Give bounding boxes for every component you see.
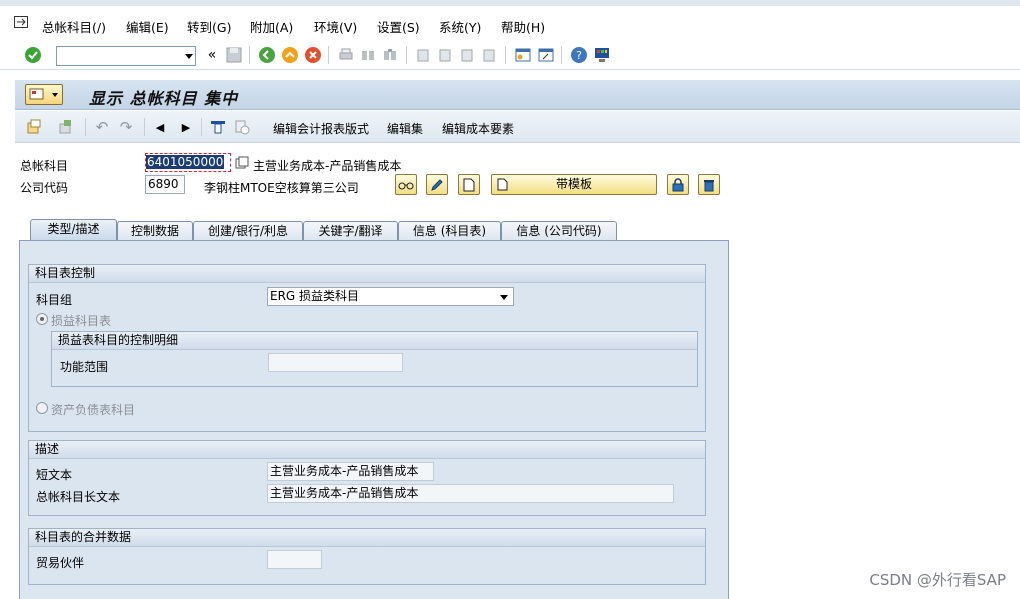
with-template-button[interactable]: 带模板 xyxy=(491,174,657,195)
menu-environment[interactable]: 环境(V) xyxy=(314,17,357,36)
previous-page-icon[interactable] xyxy=(436,46,454,64)
gl-account-value: 6401050000 xyxy=(146,155,225,169)
undo-icon[interactable]: ↶ xyxy=(93,118,111,136)
shortcut-icon[interactable] xyxy=(537,46,555,64)
menu-settings[interactable]: 设置(S) xyxy=(377,17,420,36)
short-text-input[interactable]: 主营业务成本-产品销售成本 xyxy=(267,462,434,481)
save-icon[interactable] xyxy=(225,46,243,64)
pl-account-label: 损益科目表 xyxy=(51,314,112,328)
menu-gl-account[interactable]: 总帐科目(/) xyxy=(42,17,106,36)
find-icon[interactable] xyxy=(359,46,377,64)
tab-info-company-code[interactable]: 信息 (公司代码) xyxy=(501,221,617,240)
gl-account-input[interactable]: 6401050000 xyxy=(145,153,231,172)
chevron-down-icon[interactable] xyxy=(185,54,193,59)
company-code-description: 李钢柱MTOE空核算第三公司 xyxy=(204,181,359,195)
change-documents-icon[interactable] xyxy=(233,118,251,136)
company-code-input[interactable]: 6890 xyxy=(145,175,185,194)
watermark: CSDN @外行看SAP xyxy=(869,571,1006,589)
tab-panel: 科目表控制 科目组 ERG 损益类科目 损益科目表 损益表科目的控制明细 功能范… xyxy=(19,240,729,599)
system-toolbar: « ? xyxy=(0,40,1020,70)
enter-icon[interactable] xyxy=(24,46,42,64)
next-page-icon[interactable] xyxy=(458,46,476,64)
functional-area-input[interactable] xyxy=(268,353,403,372)
pl-account-radio[interactable] xyxy=(36,313,48,325)
tab-keyword-translation[interactable]: 关键字/翻译 xyxy=(303,221,398,240)
account-group-select[interactable]: ERG 损益类科目 xyxy=(267,287,514,306)
menu-system[interactable]: 系统(Y) xyxy=(439,17,481,36)
trash-icon[interactable] xyxy=(698,174,720,195)
help-icon[interactable]: ? xyxy=(570,46,588,64)
account-group-label: 科目组 xyxy=(36,293,73,307)
last-page-icon[interactable] xyxy=(480,46,498,64)
command-field[interactable] xyxy=(56,46,196,66)
bs-account-label: 资产负债表科目 xyxy=(51,403,136,417)
chevron-down-icon[interactable] xyxy=(500,295,508,300)
title-bar: 显示 总帐科目 集中 xyxy=(15,80,1020,110)
find-next-icon[interactable] xyxy=(381,46,399,64)
glasses-icon[interactable] xyxy=(395,174,417,195)
tab-control-data[interactable]: 控制数据 xyxy=(117,221,193,240)
pencil-icon[interactable] xyxy=(426,174,448,195)
previous-item-icon[interactable]: ◀ xyxy=(151,118,169,136)
application-toolbar: ↶ ↷ ◀ ▶ 编辑会计报表版式 编辑集 编辑成本要素 xyxy=(15,111,1020,143)
coa-control-heading: 科目表控制 xyxy=(29,265,705,283)
redo-icon[interactable]: ↷ xyxy=(117,118,135,136)
long-text-input[interactable]: 主营业务成本-产品销售成本 xyxy=(267,484,674,503)
menu-goto[interactable]: 转到(G) xyxy=(187,17,231,36)
exit-icon[interactable] xyxy=(281,46,299,64)
tab-create-bank-interest[interactable]: 创建/银行/利息 xyxy=(193,221,303,240)
gl-account-label: 总帐科目 xyxy=(20,159,69,173)
consolidation-group: 科目表的合并数据 贸易伙伴 xyxy=(28,528,706,585)
edit-set-button[interactable]: 编辑集 xyxy=(387,120,423,137)
back-icon[interactable] xyxy=(258,46,276,64)
menu-icon[interactable] xyxy=(14,16,28,28)
display-change-icon[interactable] xyxy=(25,118,43,136)
screen-menu-icon[interactable] xyxy=(25,84,63,105)
description-heading: 描述 xyxy=(29,441,705,459)
bs-account-radio[interactable] xyxy=(36,402,48,414)
with-template-label: 带模板 xyxy=(555,177,592,191)
cancel-icon[interactable] xyxy=(304,46,322,64)
coa-control-group: 科目表控制 科目组 ERG 损益类科目 损益科目表 损益表科目的控制明细 功能范… xyxy=(28,264,706,432)
double-chevron-left-icon[interactable]: « xyxy=(203,46,221,64)
print-icon[interactable] xyxy=(337,46,355,64)
new-document-icon[interactable] xyxy=(458,174,480,195)
consolidation-heading: 科目表的合并数据 xyxy=(29,529,705,547)
description-group: 描述 短文本 主营业务成本-产品销售成本 总帐科目长文本 主营业务成本-产品销售… xyxy=(28,440,706,516)
tab-info-coa[interactable]: 信息 (科目表) xyxy=(398,221,501,240)
menu-extras[interactable]: 附加(A) xyxy=(250,17,293,36)
other-object-icon[interactable] xyxy=(57,118,75,136)
long-text-label: 总帐科目长文本 xyxy=(36,490,121,504)
trading-partner-label: 贸易伙伴 xyxy=(36,556,85,570)
create-session-icon[interactable] xyxy=(514,46,532,64)
first-page-icon[interactable] xyxy=(414,46,432,64)
menu-help[interactable]: 帮助(H) xyxy=(501,17,545,36)
customize-layout-icon[interactable] xyxy=(593,46,611,64)
pl-control-detail-group: 损益表科目的控制明细 功能范围 xyxy=(51,331,698,387)
edit-report-layout-button[interactable]: 编辑会计报表版式 xyxy=(273,120,369,137)
menu-bar: 总帐科目(/) 编辑(E) 转到(G) 附加(A) 环境(V) 设置(S) 系统… xyxy=(0,0,1020,40)
copy-icon[interactable] xyxy=(233,154,251,172)
short-text-label: 短文本 xyxy=(36,468,73,482)
trading-partner-input[interactable] xyxy=(267,550,322,569)
where-used-icon[interactable] xyxy=(209,118,227,136)
company-code-label: 公司代码 xyxy=(20,181,69,195)
gl-account-description: 主营业务成本-产品销售成本 xyxy=(253,159,402,173)
lock-icon[interactable] xyxy=(667,174,689,195)
functional-area-label: 功能范围 xyxy=(60,360,109,374)
svg-text:?: ? xyxy=(576,49,582,62)
account-group-value: ERG 损益类科目 xyxy=(270,289,360,303)
page-title: 显示 总帐科目 集中 xyxy=(89,89,239,108)
menu-edit[interactable]: 编辑(E) xyxy=(126,17,169,36)
next-item-icon[interactable]: ▶ xyxy=(177,118,195,136)
pl-control-detail-heading: 损益表科目的控制明细 xyxy=(52,332,697,350)
edit-cost-element-button[interactable]: 编辑成本要素 xyxy=(442,120,514,137)
tab-type-description[interactable]: 类型/描述 xyxy=(30,219,117,241)
